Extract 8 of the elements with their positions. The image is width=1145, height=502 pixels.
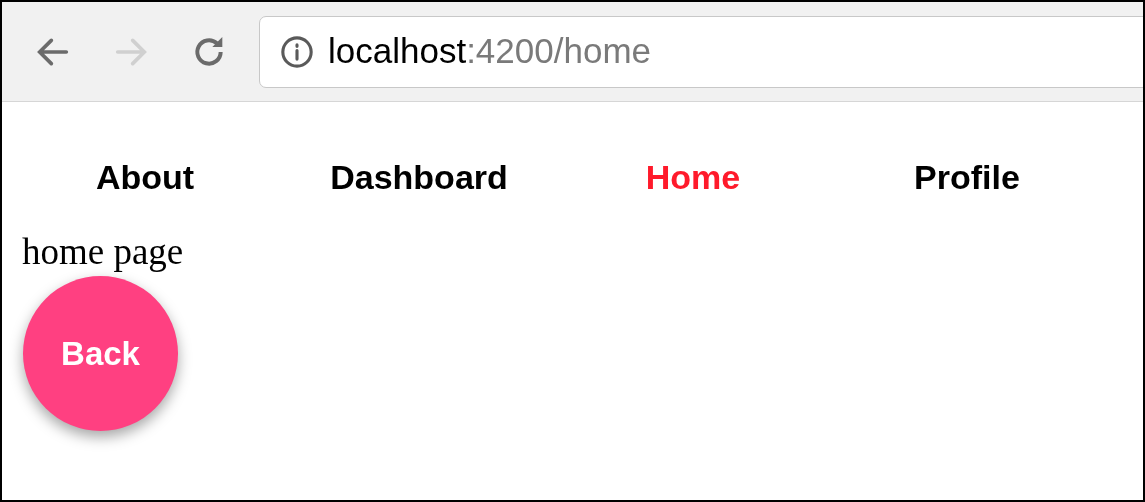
nav-link[interactable]: Home xyxy=(568,152,818,203)
nav-link[interactable]: About xyxy=(20,152,270,203)
page-text: home page xyxy=(22,233,184,270)
address-bar[interactable]: localhost:4200/home xyxy=(259,15,1143,88)
info-icon xyxy=(280,34,314,69)
url-text: localhost:4200/home xyxy=(328,30,651,73)
nav-link[interactable]: Dashboard xyxy=(294,152,544,203)
nav-link[interactable]: Profile xyxy=(842,152,1092,203)
